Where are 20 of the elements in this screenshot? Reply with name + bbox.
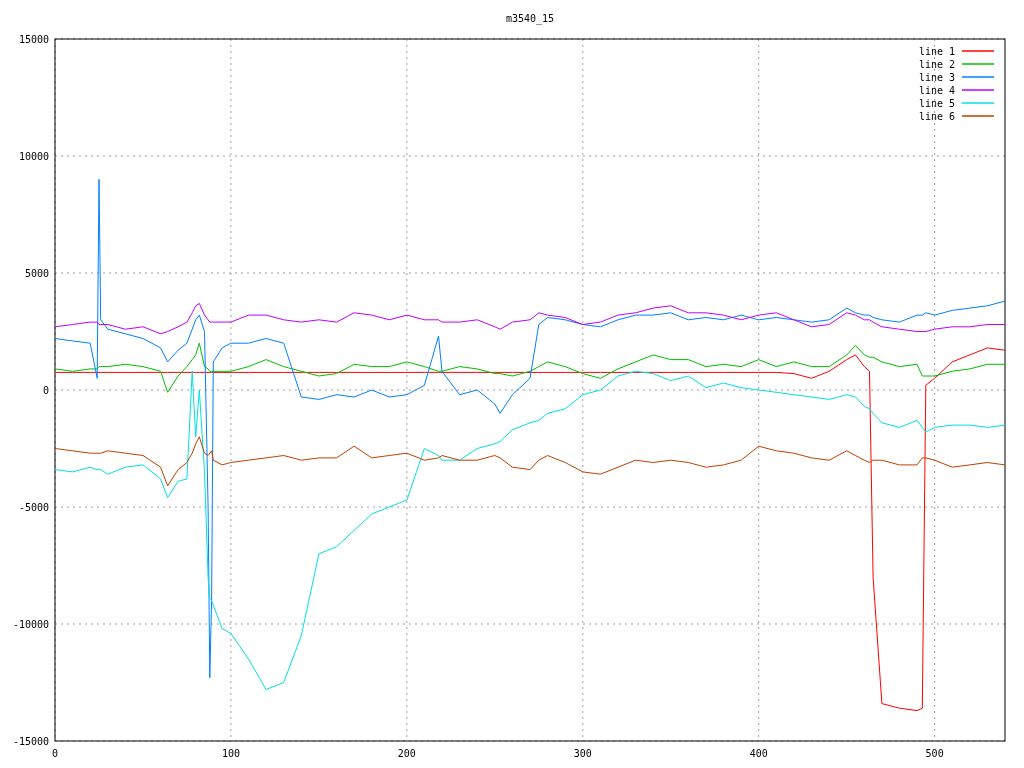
y-tick-label: -5000	[18, 502, 49, 513]
x-tick-label: 300	[573, 748, 592, 759]
y-tick-label: -10000	[12, 619, 49, 630]
legend-label: line 5	[918, 98, 955, 109]
y-tick-label: 5000	[24, 268, 49, 279]
x-tick-label: 400	[749, 748, 768, 759]
legend-label: line 1	[918, 46, 955, 57]
legend-label: line 4	[918, 85, 955, 96]
x-tick-label: 100	[221, 748, 240, 759]
legend-label: line 3	[918, 72, 955, 83]
y-tick-label: 15000	[18, 34, 49, 45]
y-tick-label: -15000	[12, 736, 49, 747]
y-tick-label: 10000	[18, 151, 49, 162]
y-tick-label: 0	[42, 385, 49, 396]
x-tick-label: 500	[925, 748, 944, 759]
chart-title: m3540_15	[505, 13, 555, 24]
x-tick-label: 200	[397, 748, 416, 759]
legend-label: line 2	[918, 59, 955, 70]
x-tick-label: 0	[52, 748, 58, 759]
legend-label: line 6	[918, 111, 955, 122]
